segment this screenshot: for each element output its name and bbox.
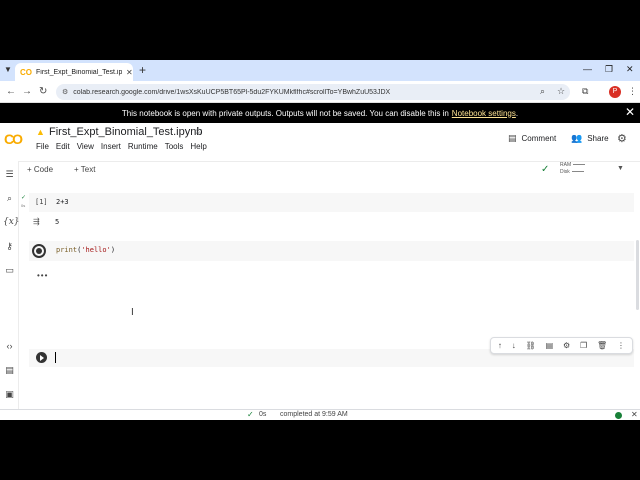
variables-icon[interactable]: {x} bbox=[3, 217, 20, 227]
forward-icon[interactable]: → bbox=[22, 86, 32, 97]
browser-tab-strip: ▼ CO First_Expt_Binomial_Test.ipynb ✕ + … bbox=[0, 60, 640, 81]
run-cell-button[interactable] bbox=[36, 352, 47, 363]
add-text-button[interactable]: + Text bbox=[74, 165, 95, 174]
disk-label: Disk bbox=[560, 169, 570, 175]
menu-file[interactable]: File bbox=[36, 142, 49, 151]
window-close-icon[interactable]: ✕ bbox=[626, 64, 634, 75]
ram-label: RAM bbox=[560, 162, 572, 168]
connected-check-icon: ✓ bbox=[541, 164, 550, 175]
cell-settings-icon[interactable]: ⚙ bbox=[563, 341, 570, 350]
tab-search-icon[interactable]: ▼ bbox=[4, 65, 12, 74]
code-function: print bbox=[56, 246, 78, 254]
star-icon[interactable]: ☆ bbox=[194, 126, 203, 137]
cell-ran-time: 0s bbox=[21, 203, 26, 208]
connection-status-dot[interactable] bbox=[615, 412, 622, 419]
menu-tools[interactable]: Tools bbox=[165, 142, 184, 151]
new-tab-icon[interactable]: + bbox=[139, 63, 146, 77]
code-cell-1[interactable]: [1] 2+3 bbox=[29, 193, 634, 212]
extensions-icon[interactable]: ⧉ bbox=[582, 86, 588, 97]
drive-icon[interactable]: ▲ bbox=[36, 127, 45, 137]
reload-icon[interactable]: ↻ bbox=[39, 86, 47, 97]
comment-icon[interactable]: ▤ bbox=[546, 341, 554, 350]
address-bar: ← → ↻ ⚙ colab.research.google.com/drive/… bbox=[0, 81, 640, 103]
share-people-icon: 👥 bbox=[571, 133, 583, 143]
search-icon[interactable]: ⌕ bbox=[3, 193, 16, 204]
notebook-toolbar: + Code + Text ✓ RAM Disk ▼ ︿ bbox=[19, 161, 640, 177]
colab-header: CO ▲ First_Expt_Binomial_Test.ipynb ☆ Fi… bbox=[0, 123, 640, 161]
status-message: completed at 9:59 AM bbox=[280, 411, 348, 418]
status-check-icon: ✓ bbox=[247, 410, 254, 419]
menu-edit[interactable]: Edit bbox=[56, 142, 70, 151]
browser-menu-icon[interactable]: ⋮ bbox=[628, 86, 637, 97]
notebook-title[interactable]: First_Expt_Binomial_Test.ipynb bbox=[49, 126, 202, 138]
colab-logo[interactable]: CO bbox=[4, 131, 23, 147]
zoom-icon[interactable]: ⌕ bbox=[540, 86, 545, 97]
mouse-ibeam-cursor: I bbox=[131, 307, 134, 318]
comment-button[interactable]: ▤ Comment bbox=[508, 133, 556, 144]
scrollbar[interactable] bbox=[636, 240, 639, 310]
output-value: 5 bbox=[55, 218, 60, 226]
notebook-area: ✓ 0s [1] 2+3 ⇶ 5 print('hello') I ••• bbox=[19, 177, 640, 409]
restore-icon[interactable]: ❐ bbox=[605, 64, 613, 75]
url-text[interactable]: colab.research.google.com/drive/1wsXsKuU… bbox=[73, 89, 543, 96]
code-paren-close: ) bbox=[110, 246, 116, 254]
link-icon[interactable]: ⛓ bbox=[526, 341, 536, 350]
output-actions-icon[interactable]: ⇶ bbox=[33, 217, 40, 226]
minimize-icon[interactable]: — bbox=[583, 64, 592, 74]
running-dots: ••• bbox=[37, 271, 49, 280]
runtime-dropdown-icon[interactable]: ▼ bbox=[617, 165, 624, 172]
menu-help[interactable]: Help bbox=[190, 142, 206, 151]
browser-tab[interactable]: CO First_Expt_Binomial_Test.ipynb ✕ bbox=[15, 63, 133, 81]
share-label: Share bbox=[587, 134, 609, 143]
site-info-icon[interactable]: ⚙ bbox=[62, 88, 68, 96]
back-icon[interactable]: ← bbox=[6, 86, 16, 97]
banner-period: . bbox=[515, 108, 519, 118]
status-bar: ✓ 0s completed at 9:59 AM ✕ bbox=[0, 409, 640, 420]
omnibox[interactable]: ⚙ colab.research.google.com/drive/1wsXsK… bbox=[56, 84, 570, 100]
code-cell-2[interactable]: print('hello') bbox=[29, 241, 634, 261]
menu-insert[interactable]: Insert bbox=[101, 142, 121, 151]
mirror-cell-icon[interactable]: ❐ bbox=[580, 341, 587, 350]
status-close-icon[interactable]: ✕ bbox=[631, 410, 638, 419]
colab-favicon-icon: CO bbox=[20, 67, 32, 77]
table-of-contents-icon[interactable]: ☰ bbox=[3, 169, 16, 180]
secrets-key-icon[interactable]: ⚷ bbox=[3, 241, 16, 252]
screen: ▼ CO First_Expt_Binomial_Test.ipynb ✕ + … bbox=[0, 60, 640, 420]
comment-label: Comment bbox=[521, 134, 557, 143]
bookmark-star-icon[interactable]: ☆ bbox=[557, 86, 565, 97]
menu-view[interactable]: View bbox=[77, 142, 94, 151]
delete-icon[interactable]: 🗑 bbox=[597, 341, 607, 350]
files-folder-icon[interactable]: ▭ bbox=[3, 265, 16, 276]
add-code-button[interactable]: + Code bbox=[27, 165, 53, 174]
menu-runtime[interactable]: Runtime bbox=[128, 142, 158, 151]
status-time: 0s bbox=[259, 411, 267, 418]
private-outputs-banner: This notebook is open with private outpu… bbox=[0, 103, 640, 123]
banner-text: This notebook is open with private outpu… bbox=[121, 108, 449, 118]
ram-disk-indicator[interactable]: RAM Disk bbox=[560, 162, 586, 176]
move-up-icon[interactable]: ↑ bbox=[498, 341, 502, 350]
banner-close-icon[interactable]: ✕ bbox=[625, 105, 635, 119]
settings-gear-icon[interactable]: ⚙ bbox=[617, 132, 627, 145]
execution-count: [1] bbox=[35, 198, 48, 206]
share-button[interactable]: 👥 Share bbox=[571, 133, 609, 144]
tab-title: First_Expt_Binomial_Test.ipynb bbox=[36, 68, 122, 76]
cell-toolbar: ↑ ↓ ⛓ ▤ ⚙ ❐ 🗑 ⋮ bbox=[490, 337, 633, 354]
command-palette-icon[interactable]: ▤ bbox=[3, 365, 16, 376]
profile-avatar[interactable]: P bbox=[609, 86, 621, 98]
menu-bar: File Edit View Insert Runtime Tools Help bbox=[36, 142, 207, 151]
notebook-settings-link[interactable]: Notebook settings bbox=[452, 109, 516, 118]
comment-icon: ▤ bbox=[508, 133, 517, 143]
code-snippets-icon[interactable]: ‹› bbox=[3, 341, 16, 351]
cell-code[interactable]: print('hello') bbox=[56, 246, 115, 254]
tab-close-icon[interactable]: ✕ bbox=[126, 68, 133, 77]
cell-ran-check-icon: ✓ bbox=[21, 195, 27, 201]
cell-code[interactable]: 2+3 bbox=[56, 198, 69, 206]
more-options-icon[interactable]: ⋮ bbox=[617, 341, 625, 350]
terminal-icon[interactable]: ▣ bbox=[3, 389, 16, 400]
running-cell-icon[interactable] bbox=[32, 244, 46, 258]
left-sidebar: ☰ ⌕ {x} ⚷ ▭ ‹› ▤ ▣ bbox=[0, 161, 20, 409]
text-cursor bbox=[55, 352, 56, 363]
code-string: 'hello' bbox=[81, 246, 111, 254]
move-down-icon[interactable]: ↓ bbox=[512, 341, 516, 350]
